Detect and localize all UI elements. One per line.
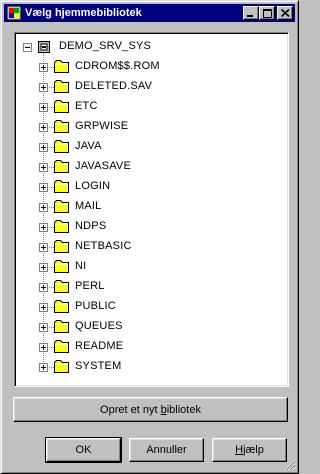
tree-folder-node[interactable]: MAIL — [15, 197, 285, 217]
help-label-rest: jælp — [243, 444, 264, 456]
folder-icon — [54, 280, 69, 293]
tree-folder-label: DELETED.SAV — [75, 80, 153, 92]
tree-folder-node[interactable]: LOGIN — [15, 177, 285, 197]
window-title: Vælg hjemmebibliotek — [25, 7, 142, 19]
folder-icon — [54, 160, 69, 173]
expand-toggle[interactable] — [39, 143, 48, 152]
maximize-icon — [263, 9, 272, 18]
tree-folder-node[interactable]: README — [15, 337, 285, 357]
folder-icon — [54, 200, 69, 213]
folder-icon — [54, 240, 69, 253]
tree-folder-node[interactable]: NETBASIC — [15, 237, 285, 257]
folder-icon — [54, 80, 69, 93]
close-icon — [281, 9, 290, 17]
ok-label: OK — [75, 444, 92, 456]
folder-icon — [54, 60, 69, 73]
tree-folder-node[interactable]: JAVASAVE — [15, 157, 285, 177]
tree-folder-node[interactable]: PERL — [15, 277, 285, 297]
tree-folder-node[interactable]: NDPS — [15, 217, 285, 237]
tree-folder-label: NI — [75, 260, 87, 272]
server-volume-icon — [38, 41, 50, 53]
expand-toggle[interactable] — [39, 323, 48, 332]
tree-folder-node[interactable]: JAVA — [15, 137, 285, 157]
tree-folder-node[interactable]: CDROM$$.ROM — [15, 57, 285, 77]
maximize-button[interactable] — [259, 6, 275, 20]
expand-toggle[interactable] — [39, 243, 48, 252]
ok-button[interactable]: OK — [45, 437, 122, 463]
tree-folder-node[interactable]: PUBLIC — [15, 297, 285, 317]
folder-icon — [54, 140, 69, 153]
help-label-accel: H — [235, 444, 244, 456]
expand-toggle[interactable] — [39, 83, 48, 92]
folder-icon — [54, 120, 69, 133]
collapse-toggle[interactable] — [23, 43, 32, 52]
cancel-label: Annuller — [146, 444, 187, 456]
directory-tree[interactable]: DEMO_SRV_SYS CDROM$$.ROM DELETED.SAV ETC GR… — [14, 32, 289, 387]
cancel-button[interactable]: Annuller — [129, 438, 204, 462]
tree-folder-label: MAIL — [75, 200, 102, 212]
tree-folder-label: GRPWISE — [75, 120, 129, 132]
tree-folder-node[interactable]: NI — [15, 257, 285, 277]
expand-toggle[interactable] — [39, 343, 48, 352]
expand-toggle[interactable] — [39, 123, 48, 132]
resize-grip-icon[interactable] — [284, 459, 296, 471]
folder-icon — [54, 260, 69, 273]
tree-folder-node[interactable]: QUEUES — [15, 317, 285, 337]
new-library-label-part2: ibliotek — [166, 403, 201, 416]
tree-root-node[interactable]: DEMO_SRV_SYS — [15, 37, 285, 57]
expand-toggle[interactable] — [39, 363, 48, 372]
folder-icon — [54, 300, 69, 313]
app-icon — [6, 5, 22, 21]
tree-folder-node[interactable]: ETC — [15, 97, 285, 117]
expand-toggle[interactable] — [39, 163, 48, 172]
close-button[interactable] — [277, 6, 293, 20]
folder-icon — [54, 220, 69, 233]
help-button[interactable]: Hjælp — [212, 438, 287, 462]
tree-folder-label: PUBLIC — [75, 300, 116, 312]
tree-folder-label: NETBASIC — [75, 240, 132, 252]
tree-folder-label: PERL — [75, 280, 105, 292]
tree-folder-label: QUEUES — [75, 320, 123, 332]
tree-folder-label: README — [75, 340, 124, 352]
expand-toggle[interactable] — [39, 63, 48, 72]
tree-folder-label: ETC — [75, 100, 98, 112]
expand-toggle[interactable] — [39, 203, 48, 212]
tree-folder-node[interactable]: GRPWISE — [15, 117, 285, 137]
folder-icon — [54, 320, 69, 333]
folder-icon — [54, 100, 69, 113]
expand-toggle[interactable] — [39, 103, 48, 112]
dialog-window: Vælg hjemmebibliotek DEMO_SRV_SYS CDROM$… — [0, 0, 299, 474]
tree-root-label: DEMO_SRV_SYS — [59, 40, 152, 52]
tree-folder-label: JAVA — [75, 140, 102, 152]
expand-toggle[interactable] — [39, 223, 48, 232]
folder-icon — [54, 360, 69, 373]
expand-toggle[interactable] — [39, 183, 48, 192]
tree-folder-label: CDROM$$.ROM — [75, 60, 160, 72]
new-library-button[interactable]: Opret et nyt b ibliotek — [13, 397, 288, 422]
expand-toggle[interactable] — [39, 283, 48, 292]
tree-folder-label: LOGIN — [75, 180, 111, 192]
title-bar[interactable]: Vælg hjemmebibliotek — [4, 4, 295, 22]
tree-folder-node[interactable]: DELETED.SAV — [15, 77, 285, 97]
expand-toggle[interactable] — [39, 263, 48, 272]
new-library-label-part1: Opret et nyt — [100, 403, 161, 416]
folder-icon — [54, 180, 69, 193]
tree-folder-label: SYSTEM — [75, 360, 122, 372]
minimize-icon — [247, 15, 253, 17]
folder-icon — [54, 340, 69, 353]
tree-folder-label: JAVASAVE — [75, 160, 132, 172]
minimize-button[interactable] — [243, 6, 259, 20]
expand-toggle[interactable] — [39, 303, 48, 312]
tree-folder-node[interactable]: SYSTEM — [15, 357, 285, 377]
tree-folder-label: NDPS — [75, 220, 107, 232]
